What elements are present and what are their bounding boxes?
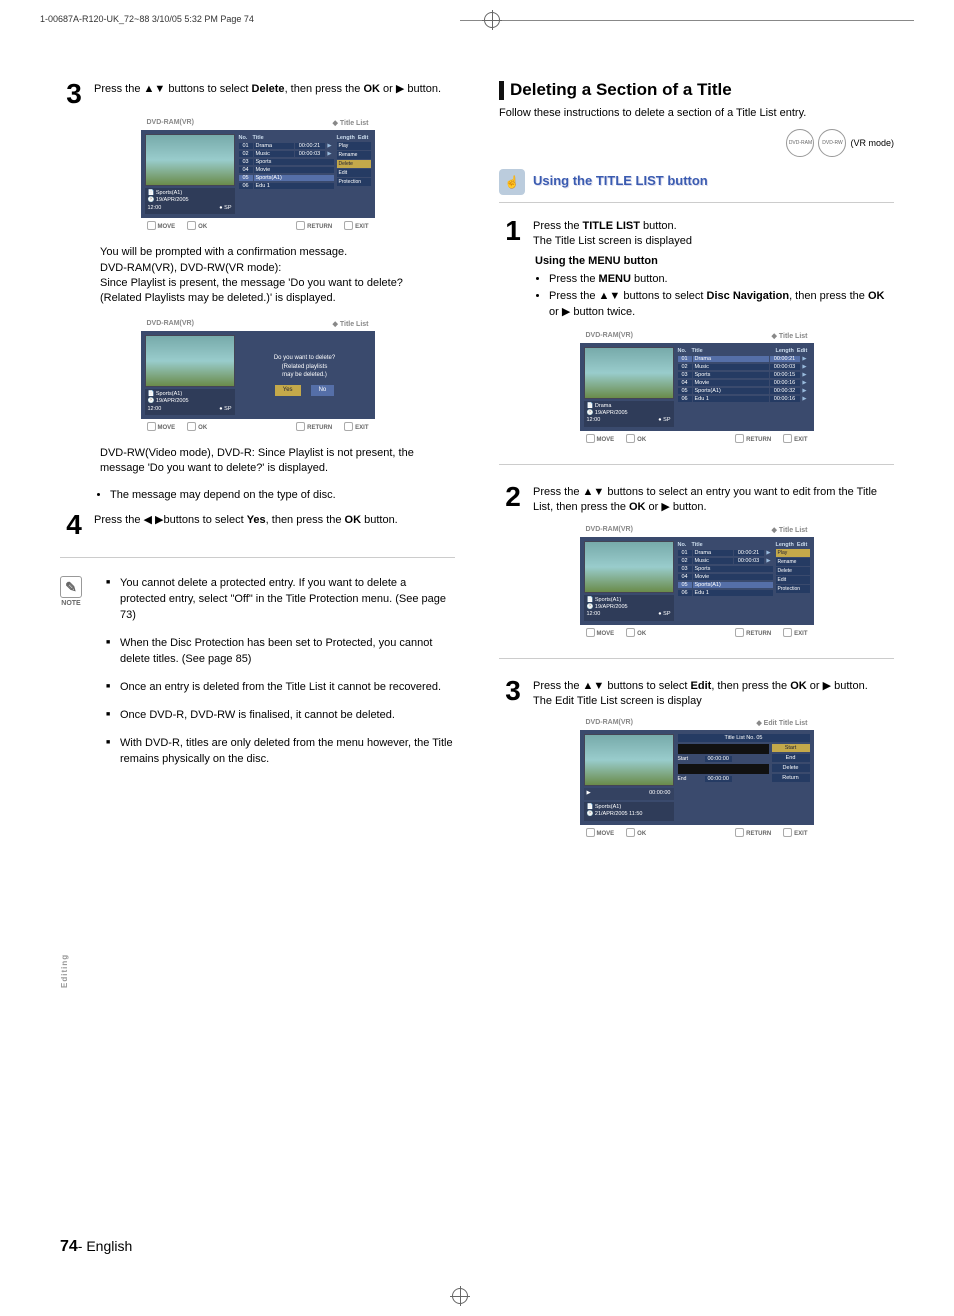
step-3-body-cont: DVD-RW(Video mode), DVD-R: Since Playlis… (100, 446, 427, 477)
dvd-rw-chip-icon: DVD-RW (818, 129, 846, 157)
right-step-3: 3 Press the ▲▼ buttons to select Edit, t… (499, 677, 894, 709)
page-footer: 74- English (60, 1238, 132, 1256)
preview-thumbnail (145, 134, 235, 186)
no-button[interactable]: No (311, 385, 335, 395)
registration-mark-bottom-icon (452, 1288, 468, 1304)
subheading: Using the TITLE LIST button (533, 173, 708, 188)
print-header: 1-00687A-R120-UK_72~88 3/10/05 5:32 PM P… (40, 14, 914, 24)
step-4-text: Press the ◀ ▶buttons to select Yes, then… (94, 511, 455, 528)
disc-mode-row: DVD-RAM DVD-RW (VR mode) (499, 129, 894, 157)
right-column: Deleting a Section of a Title Follow the… (499, 80, 894, 852)
registration-mark-icon (484, 12, 500, 28)
step-3-body: You will be prompted with a confirmation… (100, 245, 427, 307)
step-number-4: 4 (60, 511, 88, 539)
print-header-text: 1-00687A-R120-UK_72~88 3/10/05 5:32 PM P… (40, 14, 254, 24)
title-list-screen-2: DVD-RAM(VR)◆ Title List 📄 Sports(A1) 🕐 1… (580, 523, 814, 640)
step-number-3: 3 (60, 80, 88, 108)
confirm-delete-screen: DVD-RAM(VR)◆ Title List 📄 Sports(A1) 🕐 1… (141, 317, 375, 434)
edit-title-list-screen: DVD-RAM(VR)◆ Edit Title List ▶00:00:00 📄… (580, 716, 814, 839)
page-content: Editing 3 Press the ▲▼ buttons to select… (60, 80, 894, 1256)
title-list-delete-screen: DVD-RAM(VR)◆ Title List 📄 Sports(A1) 🕐 1… (141, 116, 375, 233)
section-heading: Deleting a Section of a Title (499, 80, 894, 100)
note-icon: ✎NOTE (60, 576, 82, 607)
section-intro: Follow these instructions to delete a se… (499, 106, 894, 121)
note-block: ✎NOTE You cannot delete a protected entr… (60, 576, 455, 779)
step-4: 4 Press the ◀ ▶buttons to select Yes, th… (60, 511, 455, 539)
right-step-2: 2 Press the ▲▼ buttons to select an entr… (499, 483, 894, 515)
dvd-ram-chip-icon: DVD-RAM (786, 129, 814, 157)
using-menu-heading: Using the MENU button (535, 255, 894, 267)
step-3: 3 Press the ▲▼ buttons to select Delete,… (60, 80, 455, 108)
step-3-text: Press the ▲▼ buttons to select Delete, t… (94, 80, 455, 97)
subheading-row: ☝ Using the TITLE LIST button (499, 165, 894, 203)
title-list-screen-1: DVD-RAM(VR)◆ Title List 📄 Drama 🕐 19/APR… (580, 329, 814, 446)
remote-button-icon: ☝ (499, 169, 525, 195)
note-list: You cannot delete a protected entry. If … (106, 576, 455, 779)
yes-button[interactable]: Yes (275, 385, 301, 395)
left-column: 3 Press the ▲▼ buttons to select Delete,… (60, 80, 455, 852)
right-step-1: 1 Press the TITLE LIST button. The Title… (499, 217, 894, 249)
disc-type-note: The message may depend on the type of di… (110, 487, 455, 504)
side-tab-label: Editing (60, 954, 69, 988)
crop-line (460, 20, 914, 21)
vr-mode-label: (VR mode) (850, 138, 894, 148)
